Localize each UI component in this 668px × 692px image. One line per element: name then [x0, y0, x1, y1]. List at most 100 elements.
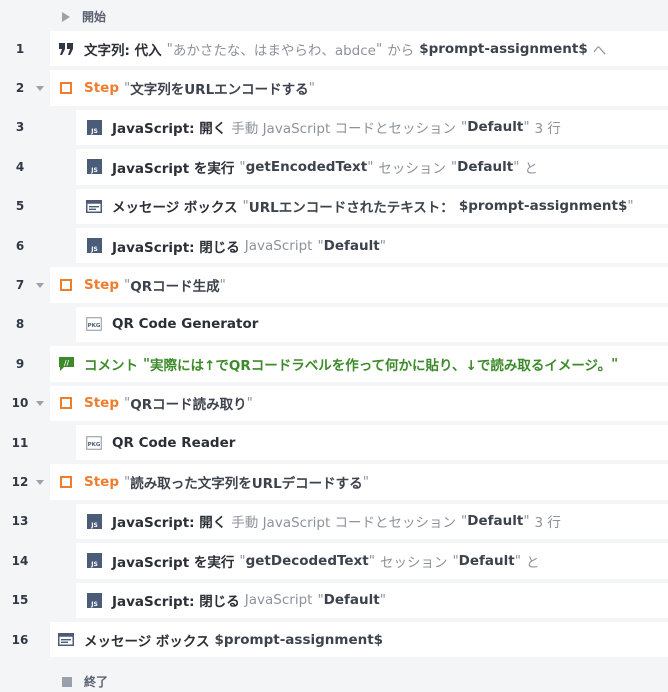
action-name: 文字列: 代入	[84, 42, 162, 59]
step-title: 文字列をURLエンコードする	[130, 82, 309, 99]
action-row[interactable]: 3 JS JavaScript: 開く 手動 JavaScript コードとセッ…	[0, 108, 668, 147]
step-keyword: Step	[84, 80, 119, 97]
session-name: Default	[467, 513, 524, 530]
step-box-icon	[58, 474, 74, 490]
action-row[interactable]: 13 JS JavaScript: 開く 手動 JavaScript コードとセ…	[0, 502, 668, 541]
session-name: Default	[323, 592, 380, 609]
step-card[interactable]: Step " QRコード生成 "	[50, 267, 668, 303]
variable: $prompt-assignment$	[458, 198, 628, 215]
action-card[interactable]: メッセージ ボックス $prompt-assignment$	[50, 622, 668, 658]
line-number: 5	[15, 199, 25, 214]
line-number: 1	[15, 41, 25, 56]
comment-keyword: コメント	[84, 357, 138, 374]
session-name: Default	[457, 158, 514, 175]
action-card[interactable]: PKG QR Code Generator	[76, 306, 668, 343]
line-number: 6	[15, 238, 25, 253]
end-node[interactable]: 終了	[62, 673, 108, 690]
end-label: 終了	[84, 675, 109, 689]
chevron-down-icon[interactable]	[34, 82, 46, 94]
line-number: 8	[15, 317, 25, 332]
action-card[interactable]: JS JavaScript: 閉じる JavaScript " Default "	[76, 228, 668, 264]
step-row[interactable]: 10 Step " QRコード読み取り "	[0, 384, 668, 423]
javascript-icon: JS	[86, 513, 102, 529]
chevron-down-icon[interactable]	[34, 279, 46, 291]
action-card[interactable]: JS JavaScript: 閉じる JavaScript " Default "	[76, 582, 668, 618]
step-title: 読み取った文字列をURLデコードする	[130, 476, 363, 493]
svg-text://: //	[63, 359, 69, 367]
step-row[interactable]: 12 Step " 読み取った文字列をURLデコードする "	[0, 462, 668, 501]
svg-text:JS: JS	[90, 167, 98, 174]
message-box-icon	[58, 632, 74, 648]
package-icon: PKG	[86, 435, 102, 451]
javascript-icon: JS	[86, 119, 102, 135]
step-row[interactable]: 7 Step " QRコード生成 "	[0, 265, 668, 304]
start-node[interactable]: 開始	[62, 8, 106, 25]
action-card[interactable]: 文字列: 代入 " あかさたな、はまやらわ、abdce " から $prompt-a…	[50, 31, 668, 67]
javascript-icon: JS	[86, 592, 102, 608]
package-icon: PKG	[86, 316, 102, 332]
session-name: Default	[458, 552, 515, 569]
step-title: QRコード生成	[130, 279, 220, 296]
quote-icon	[58, 41, 74, 57]
string-value: あかさたな、はまやらわ、abdce	[172, 42, 376, 59]
line-number: 13	[11, 514, 29, 529]
comment-card[interactable]: // コメント " 実際には↑でQRコードラベルを作って何かに貼り、↓で読み取るイ…	[50, 346, 668, 382]
session-name: Default	[467, 119, 524, 136]
line-number: 9	[15, 356, 25, 371]
comment-row[interactable]: 9 // コメント " 実際には↑でQRコードラベルを作って何かに貼り、↓で読み取…	[0, 344, 668, 383]
session-name: Default	[323, 237, 380, 254]
action-row[interactable]: 14 JS JavaScript を実行 " getDecodedText " セッ…	[0, 541, 668, 580]
step-card[interactable]: Step " 文字列をURLエンコードする "	[50, 70, 668, 106]
variable: $prompt-assignment$	[214, 631, 384, 648]
svg-text:JS: JS	[90, 601, 98, 608]
step-keyword: Step	[84, 395, 119, 412]
action-name: メッセージ ボックス	[84, 633, 210, 650]
action-row[interactable]: 1 文字列: 代入 " あかさたな、はまやらわ、abdce " から $prompt…	[0, 29, 668, 68]
action-row[interactable]: 11 PKG QR Code Reader	[0, 423, 668, 462]
line-number: 4	[15, 159, 25, 174]
action-row[interactable]: 15 JS JavaScript: 閉じる JavaScript " Defaul…	[0, 581, 668, 620]
step-card[interactable]: Step " 読み取った文字列をURLデコードする "	[50, 464, 668, 500]
svg-text:PKG: PKG	[88, 323, 101, 329]
chevron-down-icon[interactable]	[34, 397, 46, 409]
action-row[interactable]: 6 JS JavaScript: 閉じる JavaScript " Default…	[0, 226, 668, 265]
message-box-icon	[86, 198, 102, 214]
step-box-icon	[58, 80, 74, 96]
line-number: 14	[11, 553, 29, 568]
action-name: JavaScript: 閉じる	[112, 594, 240, 611]
action-row[interactable]: 16 メッセージ ボックス $prompt-assignment$	[0, 620, 668, 659]
javascript-icon: JS	[86, 553, 102, 569]
action-card[interactable]: JS JavaScript: 開く 手動 JavaScript コードとセッショ…	[76, 109, 668, 146]
svg-text:PKG: PKG	[88, 442, 101, 448]
svg-text:JS: JS	[90, 128, 98, 135]
function-name: getEncodedText	[245, 158, 368, 175]
step-row[interactable]: 2 Step " 文字列をURLエンコードする "	[0, 68, 668, 107]
chevron-down-icon[interactable]	[34, 476, 46, 488]
action-row[interactable]: 8 PKG QR Code Generator	[0, 305, 668, 344]
action-card[interactable]: JS JavaScript を実行 " getDecodedText " セッション…	[76, 543, 668, 579]
step-box-icon	[58, 277, 74, 293]
step-card[interactable]: Step " QRコード読み取り "	[50, 385, 668, 421]
action-name: JavaScript: 閉じる	[112, 239, 240, 256]
svg-text:JS: JS	[90, 522, 98, 529]
action-card[interactable]: JS JavaScript を実行 " getEncodedText " セッション…	[76, 149, 668, 185]
comment-text: 実際には↑でQRコードラベルを作って何かに貼り、↓で読み取るイメージ。	[150, 357, 612, 374]
action-row[interactable]: 5 メッセージ ボックス " URLエンコードされたテキスト： $prompt-as…	[0, 187, 668, 226]
play-icon	[62, 11, 70, 22]
action-card[interactable]: メッセージ ボックス " URLエンコードされたテキスト： $prompt-assi…	[76, 188, 668, 224]
action-name: JavaScript を実行	[112, 160, 235, 177]
comment-icon: //	[58, 356, 74, 372]
variable: $prompt-assignment$	[419, 40, 588, 57]
step-keyword: Step	[84, 474, 119, 491]
step-box-icon	[58, 395, 74, 411]
message-text: URLエンコードされたテキスト：	[248, 200, 454, 217]
action-name: QR Code Generator	[112, 316, 259, 333]
line-number: 15	[11, 593, 29, 608]
start-label: 開始	[82, 10, 107, 24]
line-number: 11	[11, 435, 29, 450]
function-name: getDecodedText	[245, 552, 369, 569]
action-card[interactable]: PKG QR Code Reader	[76, 425, 668, 461]
action-card[interactable]: JS JavaScript: 開く 手動 JavaScript コードとセッショ…	[76, 503, 668, 540]
javascript-icon: JS	[86, 159, 102, 175]
action-row[interactable]: 4 JS JavaScript を実行 " getEncodedText " セッシ…	[0, 147, 668, 186]
